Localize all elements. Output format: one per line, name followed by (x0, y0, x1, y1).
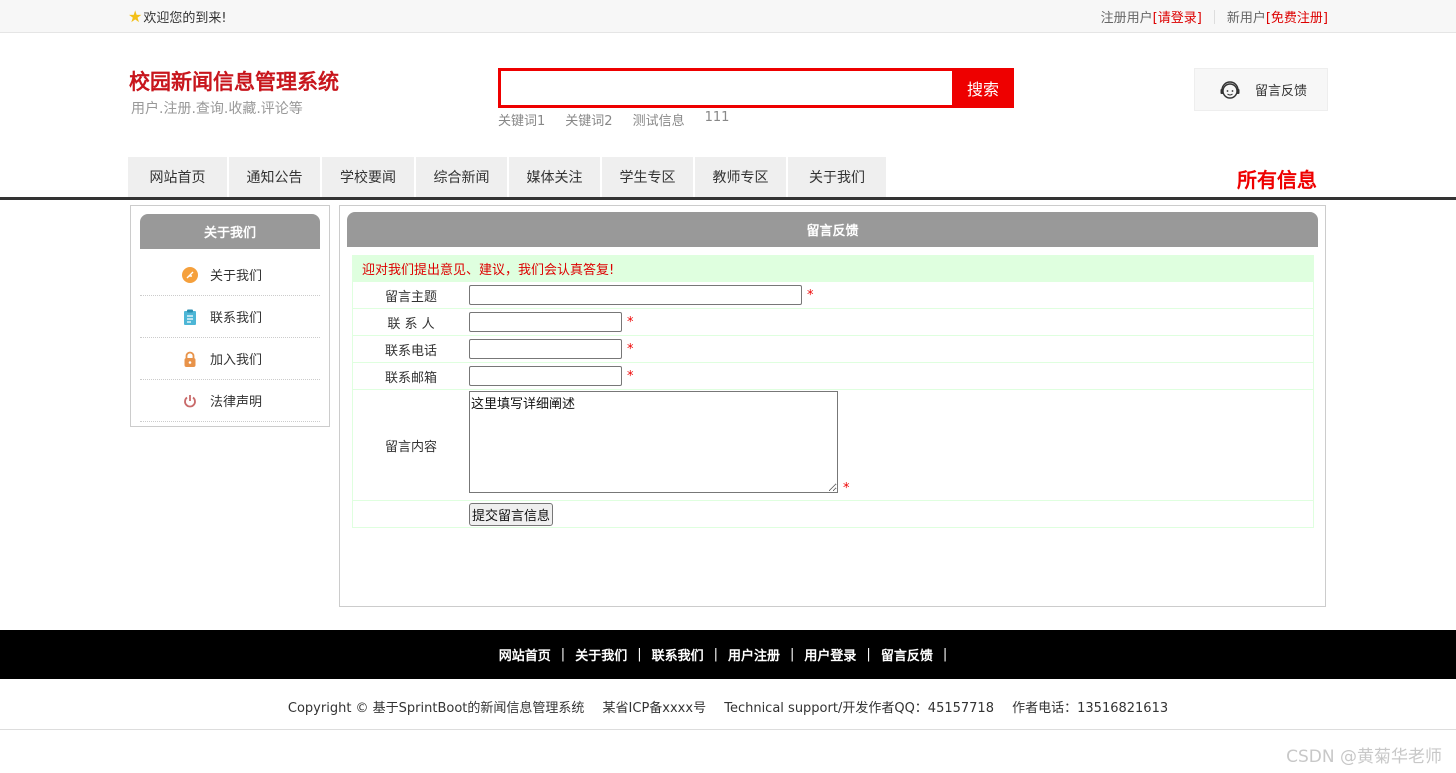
star-icon: ★ (128, 7, 143, 26)
nav-item-about[interactable]: 关于我们 (788, 157, 888, 197)
phone-input[interactable] (469, 339, 622, 359)
search-bar: 搜索 (498, 68, 1014, 108)
welcome-message: ★ 欢迎您的到来! (128, 7, 227, 26)
feedback-form: 迎对我们提出意见、建议，我们会认真答复! 留言主题 * 联 系 人 * 联系电话… (352, 255, 1314, 528)
keyword-link[interactable]: 关键词2 (565, 110, 612, 129)
footer-separator: | (866, 647, 871, 662)
feedback-panel: 留言反馈 迎对我们提出意见、建议，我们会认真答复! 留言主题 * 联 系 人 *… (339, 205, 1326, 607)
search-button[interactable]: 搜索 (952, 68, 1014, 108)
email-label: 联系邮箱 (384, 370, 437, 386)
headset-icon (1220, 80, 1240, 99)
hot-keywords: 关键词1 关键词2 测试信息 111 (498, 110, 729, 129)
icp-text: 某省ICP备xxxx号 (602, 701, 707, 716)
footer-link-about[interactable]: 关于我们 (575, 645, 627, 664)
required-mark: * (627, 314, 634, 330)
watermark: CSDN @黄菊华老师 (1286, 747, 1442, 767)
search-input[interactable] (501, 71, 952, 105)
sidebar-title: 关于我们 (140, 214, 320, 249)
account-links: 注册用户 [请登录] 新用户 [免费注册] (1101, 7, 1328, 26)
panel-title: 留言反馈 (347, 212, 1318, 247)
feedback-button-label: 留言反馈 (1255, 84, 1308, 99)
footer-separator: | (942, 647, 948, 662)
footer-separator: | (713, 647, 718, 662)
footer-link-contact[interactable]: 联系我们 (652, 645, 704, 664)
content-textarea[interactable]: 这里填写详细阐述 (469, 391, 838, 493)
site-subtitle: 用户.注册.查询.收藏.评论等 (131, 101, 303, 117)
nav-item-teachers[interactable]: 教师专区 (695, 157, 788, 197)
footer-separator: | (637, 647, 642, 662)
top-bar: ★ 欢迎您的到来! 注册用户 [请登录] 新用户 [免费注册] (0, 0, 1456, 33)
divider (1213, 9, 1215, 24)
nav-item-home[interactable]: 网站首页 (128, 157, 229, 197)
footer-separator: | (560, 647, 566, 662)
lock-icon (182, 351, 198, 367)
form-row-contact: 联 系 人 * (352, 309, 1314, 336)
registered-user-label: 注册用户 (1100, 11, 1153, 26)
footer-link-login[interactable]: 用户登录 (804, 645, 856, 664)
nav-item-media[interactable]: 媒体关注 (509, 157, 602, 197)
copyright-line: Copyright © 基于SprintBoot的新闻信息管理系统 某省ICP备… (0, 697, 1456, 716)
feather-icon (182, 266, 198, 283)
form-row-content: 留言内容 这里填写详细阐述 * (352, 390, 1314, 501)
nav-item-notices[interactable]: 通知公告 (229, 157, 322, 197)
required-mark: * (627, 341, 634, 357)
nav-item-school-news[interactable]: 学校要闻 (322, 157, 416, 197)
power-icon (182, 393, 198, 409)
sidebar-item-label: 联系我们 (210, 311, 263, 326)
main-nav: 网站首页 通知公告 学校要闻 综合新闻 媒体关注 学生专区 教师专区 关于我们 (128, 157, 888, 197)
sidebar-item-about[interactable]: 关于我们 (140, 254, 320, 296)
feedback-button[interactable]: 留言反馈 (1194, 68, 1328, 111)
footer-separator: | (790, 647, 795, 662)
welcome-text: 欢迎您的到来! (143, 11, 227, 26)
sidebar-item-label: 法律声明 (210, 395, 263, 410)
bottom-divider (0, 729, 1456, 730)
register-link[interactable]: [免费注册] (1266, 7, 1328, 26)
footer-link-register[interactable]: 用户注册 (728, 645, 780, 664)
content-label: 留言内容 (384, 439, 437, 455)
clipboard-icon (182, 309, 198, 325)
sidebar-menu: 关于我们 联系我们 加入我们 法律声明 (140, 254, 320, 422)
form-row-email: 联系邮箱 * (352, 363, 1314, 390)
nav-item-general-news[interactable]: 综合新闻 (416, 157, 509, 197)
sidebar-item-label: 关于我们 (210, 269, 263, 284)
footer-link-home[interactable]: 网站首页 (499, 645, 551, 664)
sidebar: 关于我们 关于我们 联系我们 加入我们 法律声明 (130, 205, 330, 427)
site-title[interactable]: 校园新闻信息管理系统 (129, 66, 339, 96)
form-row-phone: 联系电话 * (352, 336, 1314, 363)
submit-button[interactable]: 提交留言信息 (469, 502, 554, 526)
form-notice: 迎对我们提出意见、建议，我们会认真答复! (352, 255, 1314, 282)
sidebar-item-join[interactable]: 加入我们 (140, 338, 320, 380)
author-phone-text: 作者电话：13516821613 (1012, 701, 1169, 716)
sidebar-item-label: 加入我们 (210, 353, 263, 368)
form-row-subject: 留言主题 * (352, 282, 1314, 309)
required-mark: * (843, 481, 850, 496)
contact-input[interactable] (469, 312, 622, 332)
sidebar-item-contact[interactable]: 联系我们 (140, 296, 320, 338)
footer-nav: 网站首页 | 关于我们 | 联系我们 | 用户注册 | 用户登录 | 留言反馈 … (0, 630, 1456, 679)
required-mark: * (807, 287, 814, 303)
keyword-link[interactable]: 测试信息 (633, 110, 685, 129)
sidebar-item-legal[interactable]: 法律声明 (140, 380, 320, 422)
subject-input[interactable] (469, 285, 802, 305)
email-input[interactable] (469, 366, 622, 386)
empty-label (353, 501, 469, 527)
footer-link-feedback[interactable]: 留言反馈 (881, 645, 933, 664)
keyword-link[interactable]: 关键词1 (498, 110, 545, 129)
all-info-link[interactable]: 所有信息 (1237, 164, 1317, 193)
keyword-link[interactable]: 111 (705, 110, 730, 129)
login-link[interactable]: [请登录] (1153, 7, 1202, 26)
required-mark: * (627, 368, 634, 384)
contact-label: 联 系 人 (387, 316, 435, 332)
copyright-text: Copyright © 基于SprintBoot的新闻信息管理系统 (287, 701, 585, 716)
phone-label: 联系电话 (384, 343, 437, 359)
support-text: Technical support/开发作者QQ：45157718 (724, 701, 994, 716)
nav-divider (0, 197, 1456, 200)
new-user-label: 新用户 (1226, 11, 1266, 26)
subject-label: 留言主题 (384, 289, 437, 305)
nav-item-students[interactable]: 学生专区 (602, 157, 695, 197)
form-row-submit: 提交留言信息 (352, 501, 1314, 528)
